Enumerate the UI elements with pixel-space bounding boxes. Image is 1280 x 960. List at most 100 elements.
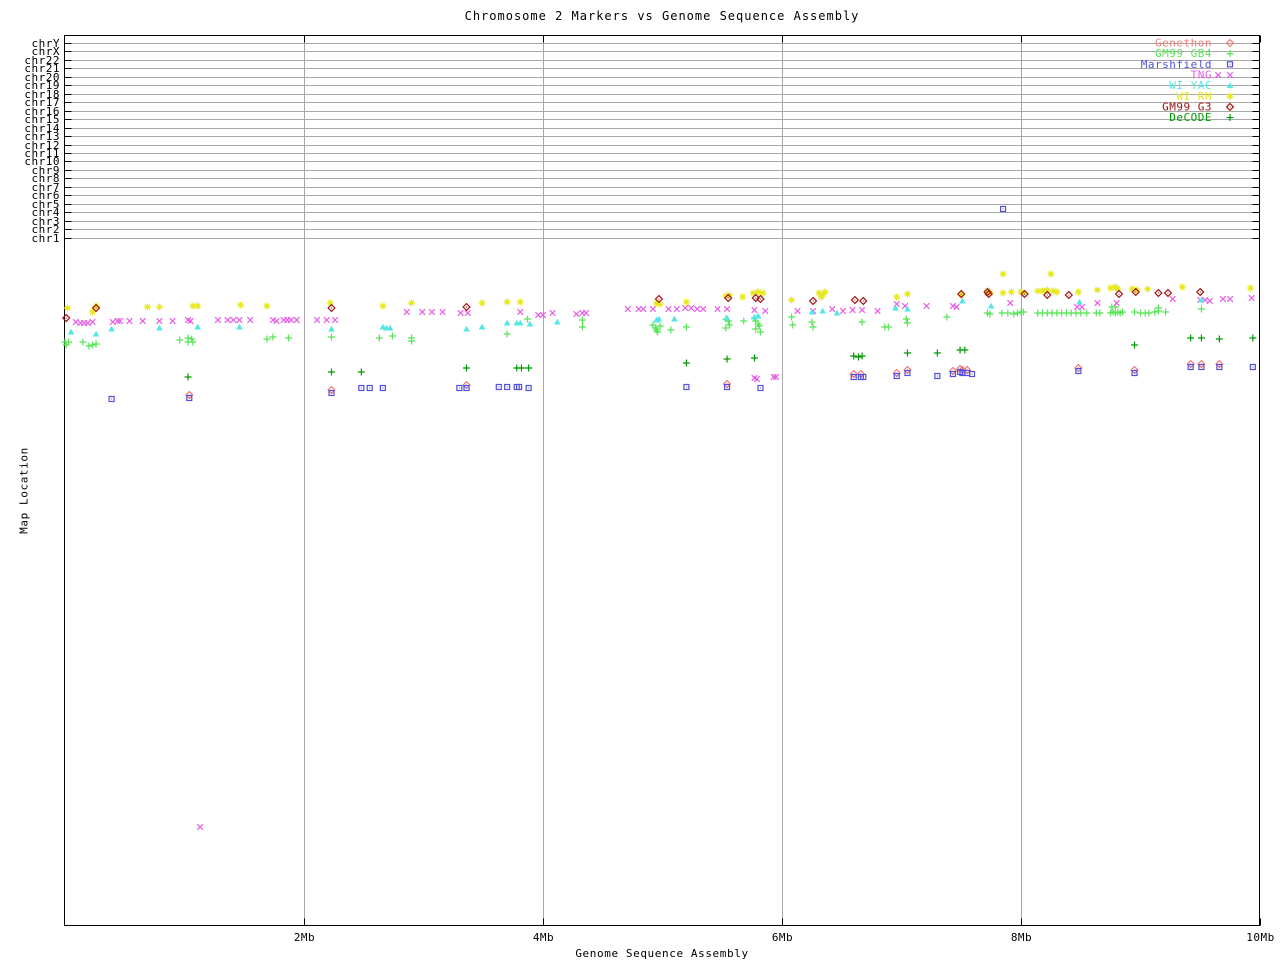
marker — [789, 321, 797, 329]
series-marshfield — [108, 205, 1256, 403]
marker — [998, 309, 1006, 317]
marker — [169, 317, 176, 325]
marker — [902, 315, 910, 323]
marker — [456, 384, 463, 392]
marker — [578, 316, 586, 324]
marker — [1197, 305, 1205, 313]
marker — [788, 313, 796, 321]
marker — [1047, 270, 1055, 278]
marker — [379, 302, 387, 310]
chart-canvas: Chromosome 2 Markers vs Genome Sequence … — [0, 0, 1280, 960]
marker — [1096, 309, 1104, 317]
plot-area: chrYchrXchr22chr21chr20chr19chr18chr17ch… — [24, 35, 1275, 944]
marker — [1077, 309, 1085, 317]
marker — [439, 308, 446, 316]
marker — [682, 298, 690, 306]
marker — [1093, 286, 1101, 294]
marker — [224, 316, 231, 324]
marker — [269, 333, 277, 341]
marker — [236, 316, 243, 324]
marker — [1163, 288, 1173, 298]
marker — [999, 289, 1007, 297]
marker — [808, 296, 818, 306]
svg-text:2Mb: 2Mb — [294, 931, 315, 944]
marker — [67, 328, 75, 335]
marker — [893, 300, 900, 308]
marker — [893, 293, 901, 301]
marker — [504, 383, 511, 391]
marker — [554, 318, 561, 325]
legend-entry: DeCODE — [1169, 111, 1234, 124]
marker — [999, 270, 1007, 278]
marker — [850, 295, 860, 305]
marker — [1107, 284, 1115, 292]
marker — [1248, 294, 1255, 302]
marker — [859, 296, 868, 306]
marker — [357, 368, 365, 376]
marker — [358, 384, 365, 392]
marker — [794, 307, 801, 315]
marker — [903, 349, 911, 357]
marker — [849, 306, 856, 314]
svg-text:6Mb: 6Mb — [772, 931, 793, 944]
marker — [85, 342, 93, 350]
marker — [156, 317, 163, 325]
marker — [884, 323, 892, 331]
svg-text:10Mb: 10Mb — [1246, 931, 1275, 944]
marker — [1131, 308, 1139, 316]
marker — [1249, 363, 1256, 371]
marker — [534, 311, 542, 319]
marker — [903, 290, 911, 298]
marker — [184, 373, 192, 381]
marker — [237, 301, 245, 309]
marker — [388, 332, 396, 340]
chromosome-labels: chrYchrXchr22chr21chr20chr19chr18chr17ch… — [24, 37, 61, 245]
marker — [808, 318, 816, 326]
marker — [582, 309, 590, 317]
marker — [143, 303, 151, 311]
marker — [517, 308, 524, 316]
marker — [934, 372, 941, 380]
series-gm99-g3 — [61, 287, 1205, 323]
marker — [671, 315, 678, 322]
marker — [366, 384, 373, 392]
marker — [943, 313, 951, 321]
marker — [478, 323, 486, 330]
series-genethon — [185, 359, 1224, 400]
marker — [462, 302, 471, 312]
marker — [155, 303, 163, 311]
marker — [1197, 334, 1205, 342]
marker — [987, 302, 995, 309]
series-gm99-gb4 — [61, 303, 1205, 350]
marker — [463, 325, 470, 332]
y-axis-title: Map Location — [17, 447, 31, 534]
marker — [1064, 290, 1074, 300]
marker — [809, 323, 817, 331]
marker — [61, 313, 71, 323]
marker — [858, 352, 866, 360]
marker — [463, 364, 471, 372]
marker — [961, 346, 969, 354]
marker — [1151, 308, 1159, 316]
marker — [230, 316, 237, 324]
marker — [313, 316, 321, 324]
marker — [328, 325, 335, 332]
marker — [1078, 303, 1086, 311]
marker — [640, 305, 647, 313]
marker — [1094, 299, 1101, 307]
marker — [681, 304, 689, 312]
marker — [635, 305, 642, 313]
svg-text:chr1: chr1 — [32, 232, 61, 245]
series-decode — [184, 334, 1257, 381]
marker — [1043, 286, 1051, 294]
marker — [874, 307, 881, 315]
marker — [578, 323, 586, 331]
marker — [1013, 309, 1021, 317]
marker — [1187, 334, 1195, 342]
marker — [1215, 335, 1223, 343]
marker — [673, 305, 681, 313]
marker — [327, 333, 335, 341]
plot-frame — [64, 35, 1260, 926]
marker — [525, 364, 533, 372]
marker — [503, 319, 511, 326]
